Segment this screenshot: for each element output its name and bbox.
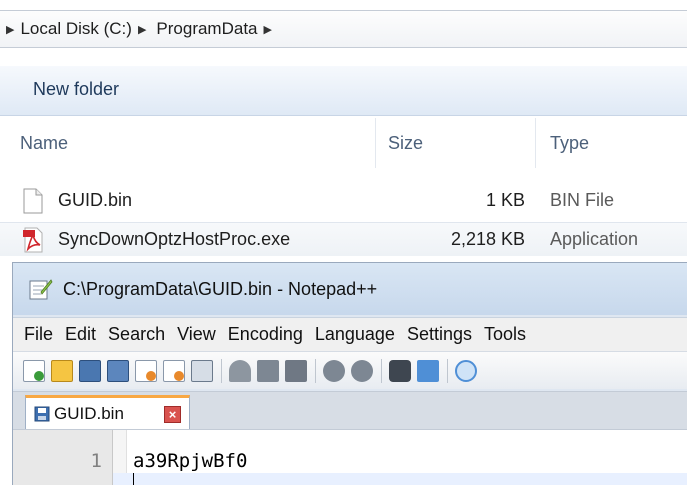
save-icon[interactable]	[79, 359, 101, 382]
file-size: 1 KB	[485, 190, 525, 210]
menu-edit[interactable]: Edit	[65, 324, 96, 345]
command-bar: New folder	[0, 66, 687, 116]
undo-icon[interactable]	[323, 359, 345, 382]
tab-bar: GUID.bin ×	[13, 391, 687, 430]
editor-line-text[interactable]: a39RpjwBf0	[133, 450, 247, 472]
file-row-guid-bin[interactable]: GUID.bin 1 KB BIN File	[0, 184, 687, 218]
tab-guid-bin[interactable]: GUID.bin ×	[25, 395, 190, 430]
toolbar-separator	[447, 358, 448, 383]
tab-label: GUID.bin	[54, 404, 124, 423]
close-all-icon[interactable]	[163, 359, 185, 382]
zoom-in-icon[interactable]	[455, 359, 477, 382]
breadcrumb-arrow-icon[interactable]: ▶	[138, 23, 146, 36]
menu-search[interactable]: Search	[108, 324, 165, 345]
file-type: Application	[550, 229, 639, 249]
toolbar-separator	[381, 358, 382, 383]
notepad-plus-plus-window: C:\ProgramData\GUID.bin - Notepad++ File…	[12, 262, 687, 485]
toolbar-separator	[221, 358, 222, 383]
breadcrumb-item-programdata[interactable]: ProgramData	[156, 19, 257, 39]
file-type: BIN File	[550, 190, 615, 210]
menu-tools[interactable]: Tools	[484, 324, 526, 345]
new-folder-button[interactable]: New folder	[33, 79, 119, 100]
file-name: SyncDownOptzHostProc.exe	[58, 229, 291, 249]
close-file-icon[interactable]	[135, 359, 157, 382]
replace-icon[interactable]	[417, 359, 439, 382]
current-line-highlight	[113, 473, 687, 485]
menu-view[interactable]: View	[177, 324, 216, 345]
breadcrumb-item-local-disk[interactable]: Local Disk (C:)	[20, 19, 131, 39]
find-icon[interactable]	[389, 359, 411, 382]
menu-settings[interactable]: Settings	[407, 324, 472, 345]
breadcrumb-arrow-icon[interactable]: ▶	[264, 23, 272, 36]
saved-file-icon	[34, 406, 50, 422]
notepad-app-icon	[29, 279, 53, 300]
text-editor[interactable]: 1 a39RpjwBf0	[13, 429, 687, 485]
column-headers: Name Size Type	[0, 118, 687, 168]
column-header-name[interactable]: Name	[0, 118, 376, 168]
file-size: 2,218 KB	[450, 229, 525, 249]
save-all-icon[interactable]	[107, 359, 129, 382]
toolbar	[13, 351, 687, 389]
file-row-syncdownoptzhostproc[interactable]: SyncDownOptzHostProc.exe 2,218 KB Applic…	[0, 222, 687, 256]
copy-icon[interactable]	[257, 359, 279, 382]
window-title: C:\ProgramData\GUID.bin - Notepad++	[63, 279, 378, 299]
cut-icon[interactable]	[229, 359, 251, 382]
breadcrumb[interactable]: ▶ Local Disk (C:) ▶ ProgramData ▶	[0, 10, 687, 48]
menu-encoding[interactable]: Encoding	[228, 324, 303, 345]
line-number: 1	[90, 450, 102, 472]
column-header-size[interactable]: Size	[376, 118, 536, 168]
tab-close-icon[interactable]: ×	[164, 406, 181, 423]
line-number-gutter: 1	[13, 430, 113, 485]
file-icon	[23, 188, 43, 214]
window-titlebar[interactable]: C:\ProgramData\GUID.bin - Notepad++	[13, 263, 687, 315]
toolbar-separator	[315, 358, 316, 383]
file-name: GUID.bin	[58, 190, 133, 210]
menu-language[interactable]: Language	[315, 324, 395, 345]
new-file-icon[interactable]	[23, 359, 45, 382]
menu-bar: File Edit Search View Encoding Language …	[13, 317, 687, 351]
text-caret	[133, 473, 134, 485]
pdf-application-icon	[23, 227, 43, 253]
open-file-icon[interactable]	[51, 359, 73, 382]
column-header-type[interactable]: Type	[536, 118, 687, 168]
paste-icon[interactable]	[285, 359, 307, 382]
print-icon[interactable]	[191, 359, 213, 382]
menu-file[interactable]: File	[24, 324, 53, 345]
redo-icon[interactable]	[351, 359, 373, 382]
breadcrumb-arrow-icon[interactable]: ▶	[6, 23, 14, 36]
